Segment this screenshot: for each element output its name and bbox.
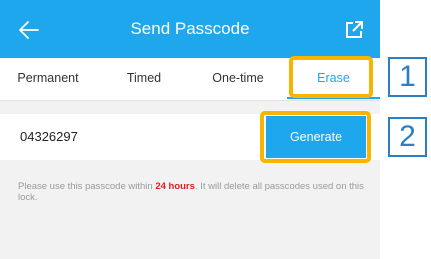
tab-permanent[interactable]: Permanent — [0, 58, 96, 98]
header-bar: Send Passcode — [0, 0, 380, 58]
tab-one-time[interactable]: One-time — [190, 58, 286, 98]
page-title: Send Passcode — [130, 19, 250, 38]
arrow-left-icon[interactable] — [16, 17, 42, 43]
callout-1: 1 — [388, 57, 427, 97]
external-share-icon[interactable] — [344, 20, 364, 40]
callout-2: 2 — [388, 117, 427, 157]
highlight-box-generate — [260, 111, 371, 163]
tab-timed[interactable]: Timed — [96, 58, 192, 98]
highlight-box-erase — [289, 56, 373, 98]
notice-text-before: Please use this passcode within — [18, 181, 156, 192]
passcode-notice: Please use this passcode within 24 hours… — [18, 181, 370, 203]
passcode-value: 04326297 — [20, 129, 78, 144]
notice-highlight: 24 hours — [155, 181, 195, 192]
